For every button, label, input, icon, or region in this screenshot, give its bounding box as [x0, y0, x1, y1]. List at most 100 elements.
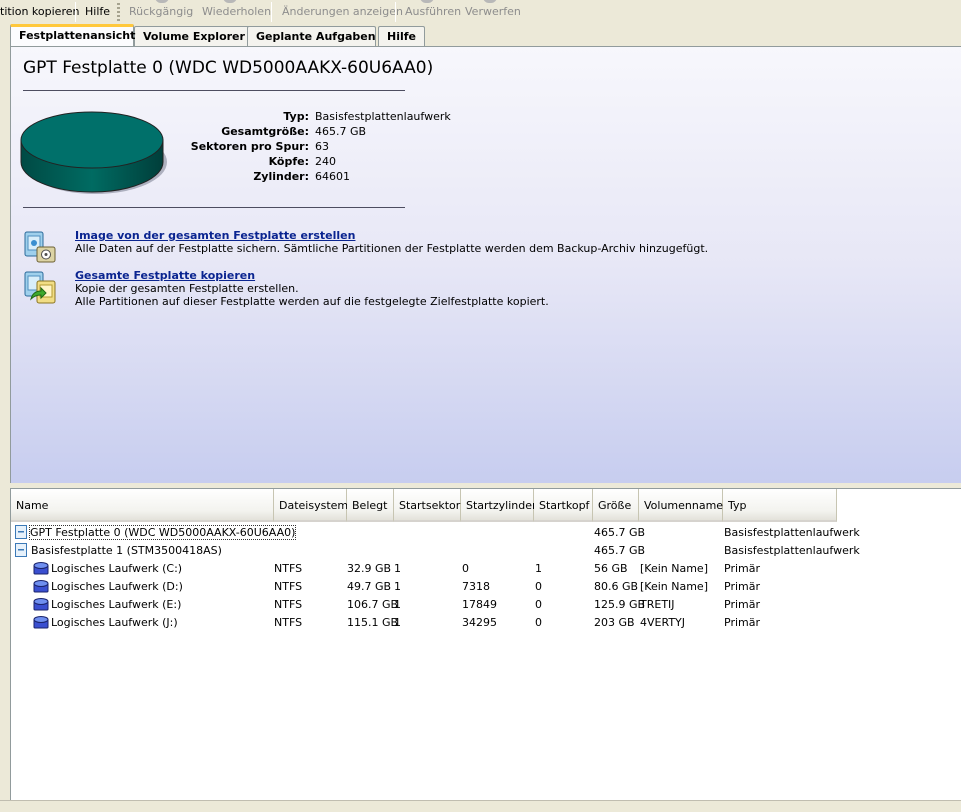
disk-backup-icon[interactable]	[23, 229, 57, 265]
execute-button[interactable]: Ausführen	[405, 0, 461, 24]
row-volume-name: [Kein Name]	[640, 562, 708, 575]
disk-copy-icon[interactable]	[23, 269, 57, 305]
status-bar	[0, 800, 961, 812]
volume-icon	[33, 562, 49, 575]
row-size: 465.7 GB	[594, 526, 646, 539]
row-type: Primär	[724, 562, 760, 575]
tab-volume-explorer[interactable]: Volume Explorer	[134, 26, 255, 46]
column-name[interactable]: Name	[11, 489, 274, 522]
column-volume-name[interactable]: Volumenname	[639, 489, 723, 522]
table-row[interactable]: Logisches Laufwerk (E:) NTFS 106.7 GB 1 …	[11, 596, 961, 614]
row-filesystem: NTFS	[274, 562, 303, 575]
row-type: Primär	[724, 580, 760, 593]
volume-icon	[33, 598, 49, 611]
row-size: 203 GB	[594, 616, 635, 629]
column-used[interactable]: Belegt	[347, 489, 394, 522]
row-start-head: 0	[535, 616, 542, 629]
prop-value: 63	[315, 140, 329, 153]
disk-row-icon	[15, 543, 27, 557]
row-size: 80.6 GB	[594, 580, 639, 593]
prop-cylinders: Zylinder: 64601	[171, 169, 451, 184]
toolbar-separator	[75, 2, 76, 22]
prop-label: Gesamtgröße:	[221, 125, 309, 138]
hard-disk-icon	[20, 111, 167, 194]
table-row[interactable]: Logisches Laufwerk (D:) NTFS 49.7 GB 1 7…	[11, 578, 961, 596]
row-name: Logisches Laufwerk (J:)	[51, 616, 178, 629]
row-used: 115.1 GB	[347, 616, 399, 629]
row-name: Logisches Laufwerk (D:)	[51, 580, 183, 593]
copy-disk-description-1: Kopie der gesamten Festplatte erstellen.	[75, 282, 299, 295]
row-start-cylinder: 7318	[462, 580, 490, 593]
row-start-head: 0	[535, 598, 542, 611]
copy-disk-link[interactable]: Gesamte Festplatte kopieren	[75, 269, 549, 282]
row-size: 465.7 GB	[594, 544, 646, 557]
row-filesystem: NTFS	[274, 616, 303, 629]
copy-partition-button[interactable]: tition kopieren	[0, 0, 79, 24]
tab-disk-view[interactable]: Festplattenansicht	[10, 24, 135, 46]
volume-icon	[33, 616, 49, 629]
row-size: 56 GB	[594, 562, 628, 575]
prop-value: 465.7 GB	[315, 125, 367, 138]
row-name: Basisfestplatte 1 (STM3500418AS)	[31, 544, 222, 557]
prop-total-size: Gesamtgröße: 465.7 GB	[171, 124, 451, 139]
column-filesystem[interactable]: Dateisystem	[274, 489, 348, 522]
row-start-cylinder: 17849	[462, 598, 497, 611]
disk-row-icon	[15, 525, 27, 539]
row-volume-name: TRETIJ	[640, 598, 675, 611]
row-filesystem: NTFS	[274, 580, 303, 593]
row-start-head: 1	[535, 562, 542, 575]
column-header: Name Dateisystem Belegt Startsektor Star…	[11, 489, 837, 522]
row-type: Primär	[724, 598, 760, 611]
backup-disk-link[interactable]: Image von der gesamten Festplatte erstel…	[75, 229, 708, 242]
table-row[interactable]: Logisches Laufwerk (J:) NTFS 115.1 GB 1 …	[11, 614, 961, 632]
backup-disk-description: Alle Daten auf der Festplatte sichern. S…	[75, 242, 709, 255]
undo-button[interactable]: Rückgängig	[129, 0, 193, 24]
toolbar-separator	[395, 2, 396, 22]
prop-label: Typ:	[283, 110, 309, 123]
prop-type: Typ: Basisfestplattenlaufwerk	[171, 109, 451, 124]
row-name: GPT Festplatte 0 (WDC WD5000AAKX-60U6AA0…	[28, 525, 297, 540]
disk-details-panel: GPT Festplatte 0 (WDC WD5000AAKX-60U6AA0…	[10, 46, 961, 483]
tab-scheduled-tasks[interactable]: Geplante Aufgaben	[247, 26, 376, 46]
column-type[interactable]: Typ	[723, 489, 837, 522]
column-start-head[interactable]: Startkopf	[534, 489, 593, 522]
row-type: Basisfestplattenlaufwerk	[724, 526, 860, 539]
column-size[interactable]: Größe	[593, 489, 639, 522]
row-type: Basisfestplattenlaufwerk	[724, 544, 860, 557]
copy-disk-description-2: Alle Partitionen auf dieser Festplatte w…	[75, 295, 549, 308]
prop-label: Köpfe:	[268, 155, 309, 168]
discard-button[interactable]: Verwerfen	[465, 0, 521, 24]
table-row[interactable]: GPT Festplatte 0 (WDC WD5000AAKX-60U6AA0…	[11, 524, 961, 542]
table-row[interactable]: Logisches Laufwerk (C:) NTFS 32.9 GB 1 0…	[11, 560, 961, 578]
volume-icon	[33, 580, 49, 593]
tab-help[interactable]: Hilfe	[378, 26, 425, 46]
page-title: GPT Festplatte 0 (WDC WD5000AAKX-60U6AA0…	[23, 58, 434, 78]
show-changes-button[interactable]: Änderungen anzeigen	[282, 0, 403, 24]
row-name: Logisches Laufwerk (C:)	[51, 562, 183, 575]
column-start-cylinder[interactable]: Startzylinder	[461, 489, 537, 522]
row-name: Logisches Laufwerk (E:)	[51, 598, 182, 611]
toolbar-grip[interactable]	[117, 3, 120, 21]
help-button[interactable]: Hilfe	[85, 0, 110, 24]
redo-button[interactable]: Wiederholen	[202, 0, 271, 24]
prop-value: Basisfestplattenlaufwerk	[315, 110, 451, 123]
row-volume-name: 4VERTYJ	[640, 616, 685, 629]
divider	[23, 90, 405, 91]
row-start-cylinder: 34295	[462, 616, 497, 629]
disk-list: Name Dateisystem Belegt Startsektor Star…	[10, 488, 961, 800]
column-start-sector[interactable]: Startsektor	[394, 489, 461, 522]
prop-label: Zylinder:	[253, 170, 309, 183]
row-start-sector: 1	[394, 616, 401, 629]
toolbar: tition kopieren Hilfe Rückgängig Wiederh…	[0, 0, 961, 24]
row-start-head: 0	[535, 580, 542, 593]
row-used: 49.7 GB	[347, 580, 392, 593]
table-row[interactable]: Basisfestplatte 1 (STM3500418AS) 465.7 G…	[11, 542, 961, 560]
prop-heads: Köpfe: 240	[171, 154, 451, 169]
row-used: 32.9 GB	[347, 562, 392, 575]
prop-value: 64601	[315, 170, 350, 183]
row-filesystem: NTFS	[274, 598, 303, 611]
row-used: 106.7 GB	[347, 598, 399, 611]
row-type: Primär	[724, 616, 760, 629]
row-start-sector: 1	[394, 562, 401, 575]
prop-value: 240	[315, 155, 336, 168]
